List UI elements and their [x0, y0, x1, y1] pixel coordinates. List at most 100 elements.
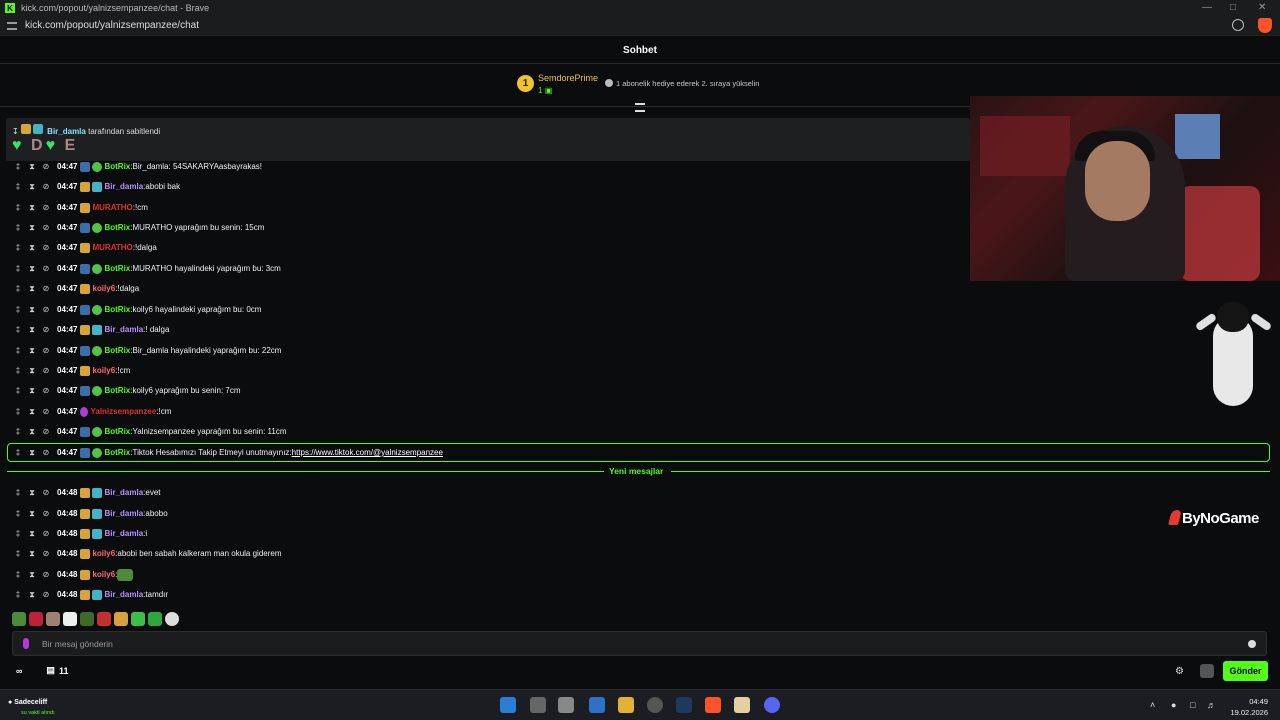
message-username[interactable]: BotRix: [104, 425, 130, 439]
channel-points-icon[interactable]: ▤: [46, 665, 55, 676]
delete-icon[interactable]: ‡: [14, 527, 22, 541]
ban-icon[interactable]: ⊘: [42, 282, 50, 296]
chat-message-row[interactable]: ‡ ⧗ ⊘ 04:48 Bir_damla: evet: [14, 486, 161, 500]
delete-icon[interactable]: ‡: [14, 568, 22, 582]
timeout-icon[interactable]: ⧗: [28, 221, 36, 235]
message-username[interactable]: MURATHO: [92, 201, 132, 215]
delete-icon[interactable]: ‡: [14, 425, 22, 439]
emote-frog[interactable]: [12, 612, 26, 626]
timeout-icon[interactable]: ⧗: [28, 486, 36, 500]
message-username[interactable]: BotRix: [104, 384, 130, 398]
timeout-icon[interactable]: ⧗: [28, 568, 36, 582]
ban-icon[interactable]: ⊘: [42, 507, 50, 521]
gear-icon[interactable]: ⚙: [1175, 666, 1184, 677]
message-username[interactable]: MURATHO: [92, 241, 132, 255]
network-icon[interactable]: □: [1190, 700, 1195, 710]
emote-face[interactable]: [46, 612, 60, 626]
delete-icon[interactable]: ‡: [14, 384, 22, 398]
timeout-icon[interactable]: ⧗: [28, 160, 36, 174]
emote-ball[interactable]: [165, 612, 179, 626]
delete-icon[interactable]: ‡: [14, 221, 22, 235]
message-username[interactable]: Bir_damla: [104, 507, 143, 521]
minimize-icon[interactable]: —: [1202, 2, 1212, 13]
delete-icon[interactable]: ‡: [14, 201, 22, 215]
message-username[interactable]: Bir_damla: [104, 180, 143, 194]
chat-message-row[interactable]: ‡ ⧗ ⊘ 04:47 Bir_damla: abobi bak: [14, 180, 180, 194]
volume-icon[interactable]: ♬: [1207, 700, 1216, 710]
delete-icon[interactable]: ‡: [14, 588, 22, 602]
chat-message-row[interactable]: ‡ ⧗ ⊘ 04:47 Bir_damla: ! dalga: [14, 323, 169, 337]
message-username[interactable]: koily6: [92, 547, 115, 561]
brave-icon[interactable]: [705, 697, 721, 713]
message-username[interactable]: koily6: [92, 568, 115, 582]
timeout-icon[interactable]: ⧗: [28, 180, 36, 194]
ban-icon[interactable]: ⊘: [42, 405, 50, 419]
emote-angry[interactable]: [97, 612, 111, 626]
chat-message-row[interactable]: ‡ ⧗ ⊘ 04:48 Bir_damla: i: [14, 527, 147, 541]
message-username[interactable]: Bir_damla: [104, 588, 143, 602]
message-username[interactable]: koily6: [92, 364, 115, 378]
timeout-icon[interactable]: ⧗: [28, 323, 36, 337]
emote-frog-2[interactable]: [80, 612, 94, 626]
app-icon[interactable]: [558, 697, 574, 713]
ban-icon[interactable]: ⊘: [42, 201, 50, 215]
brave-shields-icon[interactable]: [1258, 18, 1272, 33]
message-username[interactable]: BotRix: [104, 160, 130, 174]
pinned-by-user[interactable]: Bir_damla: [47, 127, 86, 136]
site-settings-icon[interactable]: [7, 21, 17, 30]
delete-icon[interactable]: ‡: [14, 323, 22, 337]
message-username[interactable]: koily6: [92, 282, 115, 296]
ban-icon[interactable]: ⊘: [42, 425, 50, 439]
ban-icon[interactable]: ⊘: [42, 486, 50, 500]
chat-message-row[interactable]: ‡ ⧗ ⊘ 04:47 koily6: !dalga: [14, 282, 139, 296]
chat-message-row[interactable]: ‡ ⧗ ⊘ 04:47 koily6: !cm: [14, 364, 130, 378]
emote-kick[interactable]: [131, 612, 145, 626]
delete-icon[interactable]: ‡: [14, 486, 22, 500]
timeout-icon[interactable]: ⧗: [28, 344, 36, 358]
top-gifter-name[interactable]: SemdorePrime: [538, 73, 598, 83]
message-username[interactable]: BotRix: [104, 303, 130, 317]
ban-icon[interactable]: ⊘: [42, 344, 50, 358]
ban-icon[interactable]: ⊘: [42, 568, 50, 582]
ban-icon[interactable]: ⊘: [42, 323, 50, 337]
delete-icon[interactable]: ‡: [14, 241, 22, 255]
chat-message-row[interactable]: ‡ ⧗ ⊘ 04:48 Bir_damla: abobo: [14, 507, 168, 521]
delete-icon[interactable]: ‡: [14, 262, 22, 276]
start-icon[interactable]: [500, 697, 516, 713]
chat-message-row[interactable]: ‡ ⧗ ⊘ 04:48 koily6:: [14, 568, 134, 582]
timeout-icon[interactable]: ⧗: [28, 527, 36, 541]
emote-ghost[interactable]: [63, 612, 77, 626]
ban-icon[interactable]: ⊘: [42, 364, 50, 378]
timeout-icon[interactable]: ⧗: [28, 547, 36, 561]
ban-icon[interactable]: ⊘: [42, 180, 50, 194]
message-username[interactable]: Bir_damla: [104, 486, 143, 500]
delete-icon[interactable]: ‡: [14, 547, 22, 561]
delete-icon[interactable]: ‡: [14, 303, 22, 317]
chat-filter-icon[interactable]: [635, 103, 645, 112]
discord-icon[interactable]: [764, 697, 780, 713]
delete-icon[interactable]: ‡: [14, 344, 22, 358]
ban-icon[interactable]: ⊘: [42, 160, 50, 174]
delete-icon[interactable]: ‡: [14, 282, 22, 296]
users-icon[interactable]: ∞: [16, 666, 22, 676]
emoji-picker-icon[interactable]: [1248, 640, 1256, 648]
steam-icon[interactable]: [676, 697, 692, 713]
delete-icon[interactable]: ‡: [14, 405, 22, 419]
delete-icon[interactable]: ‡: [14, 160, 22, 174]
chat-message-row[interactable]: ‡ ⧗ ⊘ 04:47 BotRix: Bir_damla: 54SAKARYAasba…: [14, 160, 262, 174]
message-username[interactable]: BotRix: [104, 344, 130, 358]
timeout-icon[interactable]: ⧗: [28, 425, 36, 439]
emote-red[interactable]: [29, 612, 43, 626]
taskbar-clock[interactable]: 04:49 19.02.2026: [1230, 696, 1268, 718]
delete-icon[interactable]: ‡: [14, 364, 22, 378]
moderation-icon[interactable]: [1200, 664, 1214, 678]
chat-message-row[interactable]: ‡ ⧗ ⊘ 04:47 MURATHO: !cm: [14, 201, 148, 215]
microphone-icon[interactable]: ●: [1171, 700, 1176, 710]
photos-icon[interactable]: [589, 697, 605, 713]
timeout-icon[interactable]: ⧗: [28, 507, 36, 521]
chat-message-row[interactable]: ‡ ⧗ ⊘ 04:48 Bir_damla: tamdır: [14, 588, 168, 602]
chat-message-row[interactable]: ‡ ⧗ ⊘ 04:47 MURATHO: !dalga: [14, 241, 157, 255]
timeout-icon[interactable]: ⧗: [28, 262, 36, 276]
delete-icon[interactable]: ‡: [14, 507, 22, 521]
ban-icon[interactable]: ⊘: [42, 221, 50, 235]
